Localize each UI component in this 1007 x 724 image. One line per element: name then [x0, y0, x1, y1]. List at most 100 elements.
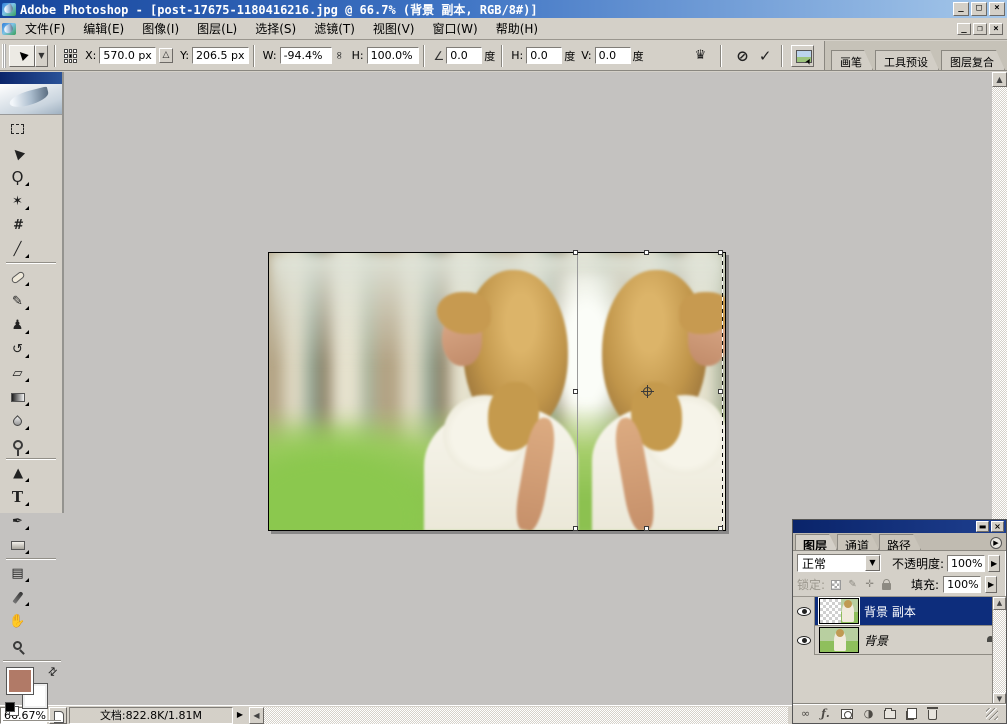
width-scale-field[interactable]: -94.4% [280, 47, 333, 64]
tab-brushes[interactable]: 画笔 [831, 50, 873, 70]
adjustment-layer-icon[interactable]: ◑ [864, 708, 874, 719]
scroll-up-icon[interactable]: ▲ [992, 72, 1007, 87]
crop-tool[interactable]: # [3, 213, 32, 237]
maximize-button[interactable]: □ [971, 2, 987, 16]
default-colors-icon[interactable] [5, 702, 19, 716]
rotation-field[interactable]: 0.0 [446, 47, 482, 64]
menu-edit[interactable]: 编辑(E) [74, 18, 133, 39]
commit-transform-icon[interactable]: ✓ [759, 47, 772, 65]
doc-restore-button[interactable]: ❐ [973, 23, 987, 35]
history-brush-tool[interactable]: ↺ [3, 337, 32, 361]
tab-channels[interactable]: 通道 [837, 534, 879, 550]
layer-scroll-track[interactable] [993, 610, 1006, 693]
file-browser-icon[interactable] [791, 45, 814, 67]
fill-slider-icon[interactable]: ▶ [985, 576, 997, 593]
menu-help[interactable]: 帮助(H) [487, 18, 547, 39]
layer-name[interactable]: 背景 副本 [864, 603, 916, 620]
transform-handle-top-left[interactable] [573, 250, 578, 255]
hand-tool[interactable]: ✋ [3, 609, 32, 633]
tab-layer-comps[interactable]: 图层复合 [941, 50, 1005, 70]
menu-view[interactable]: 视图(V) [364, 18, 424, 39]
brush-tool[interactable]: ✎ [3, 289, 32, 313]
eraser-tool[interactable]: ▱ [3, 361, 32, 385]
visibility-toggle[interactable] [793, 597, 815, 626]
doc-close-button[interactable]: × [989, 23, 1003, 35]
blur-tool[interactable] [3, 409, 32, 433]
warp-mode-icon[interactable]: ♛ [695, 48, 707, 63]
dodge-tool[interactable] [3, 433, 32, 457]
menu-filter[interactable]: 滤镜(T) [305, 18, 364, 39]
menu-select[interactable]: 选择(S) [246, 18, 305, 39]
link-layers-icon[interactable]: ∞ [801, 708, 810, 719]
transform-handle-top-center[interactable] [644, 250, 649, 255]
menu-window[interactable]: 窗口(W) [423, 18, 486, 39]
zoom-tool[interactable] [3, 633, 32, 657]
photoshop-feather-logo[interactable] [0, 84, 62, 115]
eyedropper-tool[interactable] [3, 585, 32, 609]
notes-tool[interactable]: ▤ [3, 561, 32, 585]
transform-tool-button[interactable]: ▶ ▼ [9, 45, 48, 67]
tab-tool-presets[interactable]: 工具预设 [875, 50, 939, 70]
lock-image-icon[interactable]: ✎ [846, 578, 859, 591]
document-icon[interactable] [2, 23, 16, 35]
palette-minimize-icon[interactable]: ▬ [976, 521, 989, 532]
x-position-field[interactable]: 570.0 px [99, 47, 156, 64]
doc-minimize-button[interactable]: _ [957, 23, 971, 35]
magic-wand-tool[interactable]: ✶ [3, 189, 32, 213]
gradient-tool[interactable] [3, 385, 32, 409]
tool-dropdown-arrow-icon[interactable]: ▼ [35, 45, 48, 67]
transform-reference-point[interactable] [643, 387, 652, 396]
slice-tool[interactable]: ╱ [3, 237, 32, 261]
y-position-field[interactable]: 206.5 px [192, 47, 249, 64]
fill-field[interactable]: 100% [943, 576, 981, 593]
scroll-left-icon[interactable]: ◀ [249, 707, 264, 724]
visibility-toggle[interactable] [793, 626, 815, 655]
transform-handle-middle-left[interactable] [573, 389, 578, 394]
palette-close-icon[interactable]: × [991, 521, 1004, 532]
layer-row-background-copy[interactable]: 背景 副本 [793, 597, 994, 626]
cancel-transform-icon[interactable]: ⊘ [736, 47, 749, 65]
blend-mode-dropdown[interactable]: 正常 ▼ [797, 554, 881, 572]
height-scale-field[interactable]: 100.0% [367, 47, 420, 64]
tab-layers[interactable]: 图层 [795, 534, 837, 550]
rectangular-marquee-tool[interactable] [3, 117, 32, 141]
layer-thumbnail[interactable] [819, 627, 859, 653]
palette-resize-grip[interactable] [986, 708, 998, 720]
shape-tool[interactable] [3, 533, 32, 557]
scroll-up-icon[interactable]: ▲ [993, 597, 1006, 610]
layer-thumbnail[interactable] [819, 598, 859, 624]
transform-handle-middle-right[interactable] [718, 389, 723, 394]
new-layer-icon[interactable] [907, 708, 917, 719]
healing-brush-tool[interactable] [3, 265, 32, 289]
palette-menu-icon[interactable]: ▶ [990, 537, 1002, 549]
reference-point-locator[interactable] [64, 49, 77, 63]
menu-image[interactable]: 图像(I) [133, 18, 188, 39]
add-layer-mask-icon[interactable] [841, 709, 853, 719]
move-tool[interactable]: ▶ [3, 141, 32, 165]
link-scale-icon[interactable]: ∞ [334, 51, 347, 60]
new-group-icon[interactable] [884, 710, 896, 719]
relative-positioning-button[interactable]: △ [159, 48, 173, 63]
lock-transparency-icon[interactable] [829, 578, 842, 591]
document-canvas[interactable] [268, 252, 726, 531]
transform-handle-bottom-center[interactable] [644, 526, 649, 531]
menu-file[interactable]: 文件(F) [16, 18, 74, 39]
foreground-color-swatch[interactable] [7, 668, 33, 694]
clone-stamp-tool[interactable]: ♟ [3, 313, 32, 337]
lock-position-icon[interactable]: ✛ [863, 578, 876, 591]
transform-handle-bottom-right[interactable] [718, 526, 723, 531]
transform-handle-bottom-left[interactable] [573, 526, 578, 531]
horizontal-scroll-track[interactable] [264, 707, 788, 724]
layer-row-background[interactable]: 背景 [793, 626, 994, 655]
skew-v-field[interactable]: 0.0 [595, 47, 631, 64]
tab-paths[interactable]: 路径 [879, 534, 921, 550]
lock-all-icon[interactable] [880, 578, 893, 591]
layer-list-scrollbar[interactable]: ▲ ▼ [992, 597, 1006, 706]
vertical-scroll-track[interactable] [992, 87, 1007, 519]
opacity-field[interactable]: 100% [947, 555, 985, 572]
transform-handle-top-right[interactable] [718, 250, 723, 255]
lasso-tool[interactable]: Ϙ [3, 165, 32, 189]
toolbox-title-bar[interactable] [0, 72, 62, 84]
photoshop-logo-icon[interactable] [2, 3, 16, 16]
swap-colors-icon[interactable]: ⇄ [45, 664, 61, 680]
